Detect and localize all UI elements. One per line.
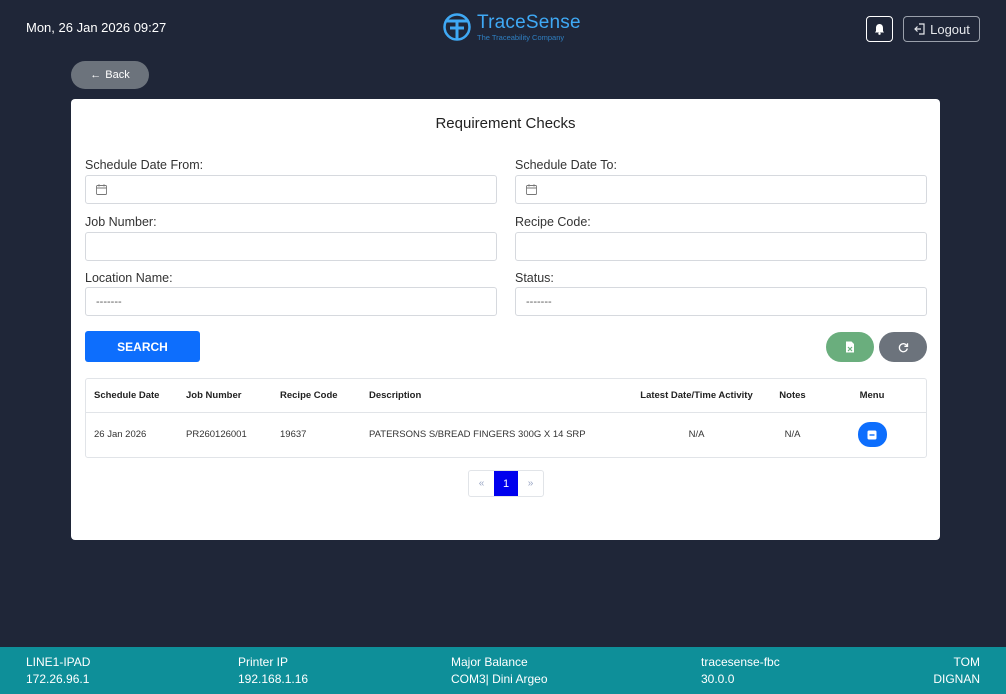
cell-notes: N/A xyxy=(784,429,801,441)
user-last-name: DIGNAN xyxy=(933,672,980,686)
cell-description: PATERSONS S/BREAD FINGERS 300G X 14 SRP xyxy=(369,429,586,441)
balance-info: Major Balance COM3| Dini Argeo xyxy=(451,654,548,688)
refresh-button[interactable] xyxy=(879,332,927,362)
cell-latest-activity: N/A xyxy=(688,429,705,441)
page-title: Requirement Checks xyxy=(435,115,576,132)
tracesense-logo: TraceSense The Traceability Company xyxy=(442,10,581,44)
cell-schedule-date: 26 Jan 2026 xyxy=(94,429,147,441)
calendar-icon xyxy=(526,184,537,195)
app-name: tracesense-fbc xyxy=(701,655,780,669)
col-schedule-date[interactable]: Schedule Date xyxy=(86,379,186,413)
schedule-date-to-input[interactable] xyxy=(515,175,927,204)
location-name-label: Location Name: xyxy=(85,271,173,285)
current-datetime: Mon, 26 Jan 2026 09:27 xyxy=(26,20,167,35)
schedule-date-from-input[interactable] xyxy=(85,175,497,204)
printer-info: Printer IP 192.168.1.16 xyxy=(238,654,308,688)
back-label: Back xyxy=(105,69,130,81)
job-number-label: Job Number: xyxy=(85,215,157,229)
col-description[interactable]: Description xyxy=(369,379,626,413)
logout-icon xyxy=(914,23,925,35)
status-label: Status: xyxy=(515,271,554,285)
tracesense-logo-icon xyxy=(443,13,471,41)
col-notes[interactable]: Notes xyxy=(767,379,818,413)
back-arrow-icon: ← xyxy=(90,69,102,81)
notifications-button[interactable] xyxy=(866,16,893,42)
device-ip: 172.26.96.1 xyxy=(26,672,90,686)
location-name-select[interactable]: ------- xyxy=(85,287,497,316)
calendar-icon xyxy=(96,184,107,195)
col-menu: Menu xyxy=(818,379,926,413)
job-number-input[interactable] xyxy=(85,232,497,261)
requirement-checks-card: Requirement Checks Schedule Date From: S… xyxy=(71,99,940,540)
user-first-name: TOM xyxy=(953,655,980,669)
menu-icon xyxy=(867,430,877,440)
export-excel-button[interactable] xyxy=(826,332,874,362)
refresh-icon xyxy=(898,342,908,352)
balance-label: Major Balance xyxy=(451,655,528,669)
col-job-number[interactable]: Job Number xyxy=(186,379,280,413)
bell-icon xyxy=(875,24,884,35)
pagination-next[interactable]: » xyxy=(518,478,543,489)
pagination-page-current[interactable]: 1 xyxy=(494,471,518,496)
export-excel-icon xyxy=(846,341,854,353)
app-version: 30.0.0 xyxy=(701,672,735,686)
cell-menu xyxy=(818,412,926,457)
row-menu-button[interactable] xyxy=(857,422,887,448)
logo-name: TraceSense xyxy=(477,11,581,33)
balance-value: COM3| Dini Argeo xyxy=(451,672,548,686)
col-latest-activity[interactable]: Latest Date/Time Activity xyxy=(626,379,767,413)
status-select[interactable]: ------- xyxy=(515,287,927,316)
recipe-code-label: Recipe Code: xyxy=(515,215,591,229)
schedule-date-from-label: Schedule Date From: xyxy=(85,158,204,172)
status-footer: LINE1-IPAD 172.26.96.1 Printer IP 192.16… xyxy=(0,647,1006,694)
pagination-prev[interactable]: « xyxy=(469,478,494,489)
schedule-date-to-label: Schedule Date To: xyxy=(515,158,617,172)
logout-label: Logout xyxy=(930,21,970,37)
table-header-row: Schedule Date Job Number Recipe Code Des… xyxy=(86,379,926,413)
cell-recipe-code: 19637 xyxy=(280,429,307,441)
col-recipe-code[interactable]: Recipe Code xyxy=(280,379,369,413)
recipe-code-input[interactable] xyxy=(515,232,927,261)
back-button[interactable]: ← Back xyxy=(71,61,149,89)
device-name: LINE1-IPAD xyxy=(26,655,91,669)
app-info: tracesense-fbc 30.0.0 xyxy=(701,654,780,688)
requirement-checks-table: Schedule Date Job Number Recipe Code Des… xyxy=(85,378,927,458)
printer-label: Printer IP xyxy=(238,655,289,669)
pagination: « 1 » xyxy=(468,470,544,497)
user-info: TOM DIGNAN xyxy=(933,654,980,688)
table-row[interactable]: 26 Jan 2026 PR260126001 19637 PATERSONS … xyxy=(86,412,926,457)
device-info: LINE1-IPAD 172.26.96.1 xyxy=(26,654,90,688)
printer-ip: 192.168.1.16 xyxy=(238,672,309,686)
logout-button[interactable]: Logout xyxy=(903,16,980,42)
logo-tagline: The Traceability Company xyxy=(477,32,565,42)
search-button[interactable]: SEARCH xyxy=(85,331,200,362)
cell-job-number: PR260126001 xyxy=(186,429,247,441)
